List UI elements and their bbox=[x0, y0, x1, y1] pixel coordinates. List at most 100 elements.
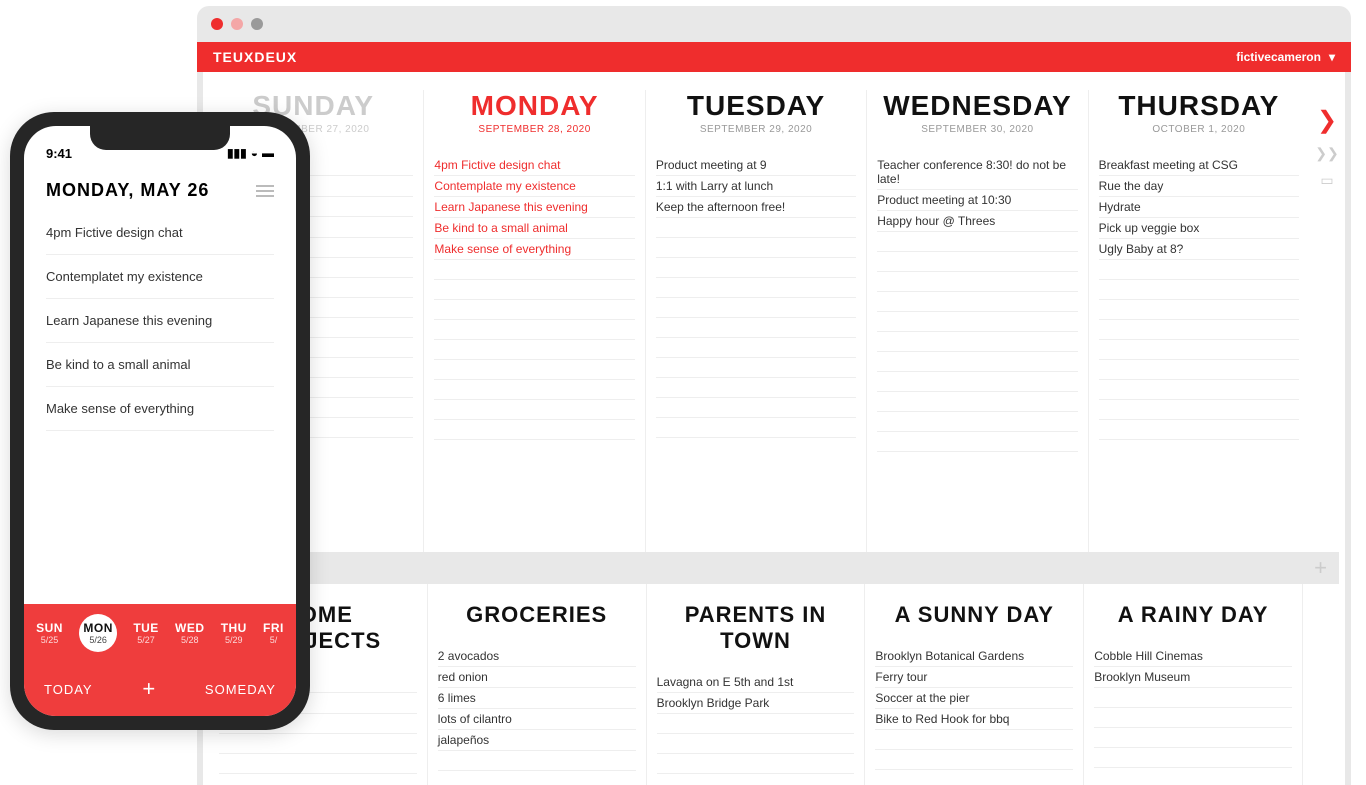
task-item[interactable] bbox=[877, 412, 1077, 432]
task-item[interactable] bbox=[877, 352, 1077, 372]
task-item[interactable] bbox=[219, 774, 417, 785]
task-item[interactable] bbox=[1099, 260, 1299, 280]
phone-task-item[interactable]: Contemplatet my existence bbox=[46, 255, 274, 299]
task-item[interactable]: 1:1 with Larry at lunch bbox=[656, 176, 856, 197]
task-item[interactable] bbox=[877, 432, 1077, 452]
task-item[interactable] bbox=[219, 754, 417, 774]
task-item[interactable] bbox=[657, 754, 855, 774]
task-item[interactable]: Ugly Baby at 8? bbox=[1099, 239, 1299, 260]
list-tasks[interactable]: Cobble Hill CinemasBrooklyn Museum bbox=[1094, 646, 1292, 785]
task-item[interactable] bbox=[877, 252, 1077, 272]
phone-task-item[interactable]: 4pm Fictive design chat bbox=[46, 211, 274, 255]
task-item[interactable] bbox=[1099, 380, 1299, 400]
task-item[interactable]: Ferry tour bbox=[875, 667, 1073, 688]
task-item[interactable] bbox=[434, 420, 634, 440]
task-item[interactable] bbox=[656, 398, 856, 418]
task-item[interactable]: Brooklyn Botanical Gardens bbox=[875, 646, 1073, 667]
today-button[interactable]: TODAY bbox=[44, 682, 93, 697]
task-item[interactable] bbox=[434, 280, 634, 300]
task-item[interactable] bbox=[1099, 400, 1299, 420]
task-item[interactable] bbox=[1094, 708, 1292, 728]
task-item[interactable] bbox=[877, 232, 1077, 252]
task-item[interactable]: Brooklyn Museum bbox=[1094, 667, 1292, 688]
task-item[interactable]: Be kind to a small animal bbox=[434, 218, 634, 239]
task-list[interactable]: Teacher conference 8:30! do not be late!… bbox=[877, 155, 1077, 452]
task-list[interactable]: 4pm Fictive design chatContemplate my ex… bbox=[434, 155, 634, 440]
task-item[interactable] bbox=[877, 292, 1077, 312]
task-item[interactable] bbox=[219, 734, 417, 754]
day-chip[interactable]: MON5/26 bbox=[79, 614, 117, 652]
task-list[interactable]: Breakfast meeting at CSGRue the dayHydra… bbox=[1099, 155, 1299, 440]
task-item[interactable]: Hydrate bbox=[1099, 197, 1299, 218]
close-window-button[interactable] bbox=[211, 18, 223, 30]
task-item[interactable] bbox=[434, 340, 634, 360]
task-item[interactable] bbox=[1099, 300, 1299, 320]
task-item[interactable]: Cobble Hill Cinemas bbox=[1094, 646, 1292, 667]
task-item[interactable]: Breakfast meeting at CSG bbox=[1099, 155, 1299, 176]
task-item[interactable] bbox=[434, 360, 634, 380]
task-item[interactable] bbox=[877, 312, 1077, 332]
task-item[interactable] bbox=[656, 418, 856, 438]
next-day-button[interactable]: ❯ bbox=[1317, 106, 1337, 135]
task-item[interactable] bbox=[877, 372, 1077, 392]
task-item[interactable] bbox=[656, 278, 856, 298]
task-item[interactable]: Make sense of everything bbox=[434, 239, 634, 260]
minimize-window-button[interactable] bbox=[231, 18, 243, 30]
task-item[interactable] bbox=[434, 320, 634, 340]
task-item[interactable] bbox=[1094, 728, 1292, 748]
add-task-button[interactable]: + bbox=[142, 676, 155, 702]
phone-task-item[interactable]: Learn Japanese this evening bbox=[46, 299, 274, 343]
task-item[interactable] bbox=[875, 770, 1073, 785]
app-logo[interactable]: TEUXDEUX bbox=[213, 49, 297, 65]
task-item[interactable] bbox=[656, 218, 856, 238]
task-item[interactable] bbox=[656, 238, 856, 258]
task-item[interactable] bbox=[434, 380, 634, 400]
task-item[interactable]: red onion bbox=[438, 667, 636, 688]
menu-icon[interactable] bbox=[256, 185, 274, 197]
day-chip[interactable]: TUE5/27 bbox=[133, 621, 159, 645]
task-item[interactable] bbox=[438, 771, 636, 785]
calendar-icon[interactable]: ▭ bbox=[1320, 172, 1333, 189]
task-item[interactable]: Bike to Red Hook for bbq bbox=[875, 709, 1073, 730]
task-item[interactable] bbox=[656, 258, 856, 278]
task-item[interactable]: Rue the day bbox=[1099, 176, 1299, 197]
task-item[interactable] bbox=[1099, 320, 1299, 340]
task-item[interactable] bbox=[438, 751, 636, 771]
next-week-button[interactable]: ❯❯ bbox=[1315, 145, 1338, 162]
list-tasks[interactable]: Brooklyn Botanical GardensFerry tourSocc… bbox=[875, 646, 1073, 785]
task-item[interactable]: 6 limes bbox=[438, 688, 636, 709]
task-item[interactable] bbox=[656, 378, 856, 398]
day-chip[interactable]: SUN5/25 bbox=[36, 621, 63, 645]
someday-button[interactable]: SOMEDAY bbox=[205, 682, 276, 697]
task-item[interactable] bbox=[657, 714, 855, 734]
maximize-window-button[interactable] bbox=[251, 18, 263, 30]
task-item[interactable]: Teacher conference 8:30! do not be late! bbox=[877, 155, 1077, 190]
task-item[interactable]: Brooklyn Bridge Park bbox=[657, 693, 855, 714]
task-item[interactable]: lots of cilantro bbox=[438, 709, 636, 730]
task-item[interactable] bbox=[434, 260, 634, 280]
task-item[interactable] bbox=[875, 750, 1073, 770]
task-item[interactable] bbox=[656, 338, 856, 358]
task-item[interactable] bbox=[877, 332, 1077, 352]
task-item[interactable] bbox=[877, 272, 1077, 292]
task-item[interactable] bbox=[877, 392, 1077, 412]
task-item[interactable] bbox=[1099, 280, 1299, 300]
task-item[interactable]: Keep the afternoon free! bbox=[656, 197, 856, 218]
list-tasks[interactable]: Lavagna on E 5th and 1stBrooklyn Bridge … bbox=[657, 672, 855, 785]
task-list[interactable]: Product meeting at 91:1 with Larry at lu… bbox=[656, 155, 856, 438]
task-item[interactable] bbox=[1094, 688, 1292, 708]
user-menu[interactable]: fictivecameron ▾ bbox=[1236, 50, 1335, 64]
task-item[interactable] bbox=[656, 318, 856, 338]
task-item[interactable] bbox=[1099, 340, 1299, 360]
task-item[interactable] bbox=[656, 358, 856, 378]
task-item[interactable] bbox=[1094, 748, 1292, 768]
task-item[interactable] bbox=[1094, 768, 1292, 785]
task-item[interactable]: jalapeños bbox=[438, 730, 636, 751]
task-item[interactable] bbox=[657, 774, 855, 785]
task-item[interactable] bbox=[434, 400, 634, 420]
task-item[interactable] bbox=[434, 300, 634, 320]
day-chip[interactable]: FRI5/ bbox=[263, 621, 284, 645]
task-item[interactable]: Soccer at the pier bbox=[875, 688, 1073, 709]
task-item[interactable] bbox=[1099, 420, 1299, 440]
task-item[interactable]: 2 avocados bbox=[438, 646, 636, 667]
